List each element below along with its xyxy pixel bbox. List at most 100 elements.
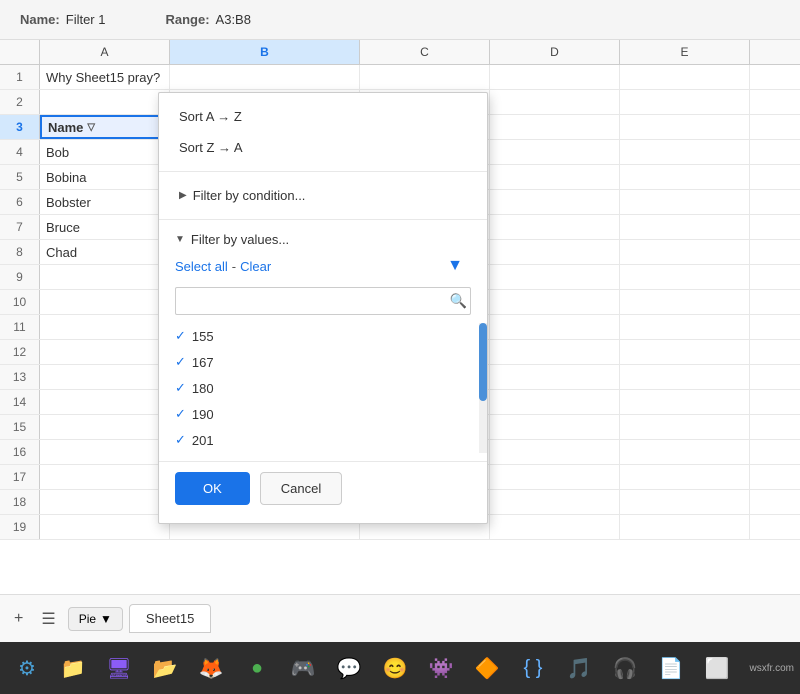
select-all-link[interactable]: Select all [175, 259, 228, 274]
cell-a[interactable] [40, 90, 170, 114]
cell-e[interactable] [620, 265, 750, 289]
cell-d[interactable] [490, 190, 620, 214]
value-item[interactable]: ✓ 190 [175, 401, 471, 427]
cell-d[interactable] [490, 165, 620, 189]
cancel-button[interactable]: Cancel [260, 472, 342, 505]
docs-icon[interactable]: 📄 [650, 647, 692, 689]
cell-f[interactable] [750, 115, 800, 139]
cell-f[interactable] [750, 465, 800, 489]
cell-a[interactable] [40, 340, 170, 364]
cell-a[interactable] [40, 440, 170, 464]
cell-a[interactable] [40, 315, 170, 339]
cell-e[interactable] [620, 115, 750, 139]
cell-a[interactable] [40, 490, 170, 514]
cell-d[interactable] [490, 415, 620, 439]
cell-e[interactable] [620, 515, 750, 539]
files-icon[interactable]: 📁 [52, 647, 94, 689]
cell-e[interactable] [620, 440, 750, 464]
cell-f[interactable] [750, 515, 800, 539]
cell-e[interactable] [620, 140, 750, 164]
cell-e[interactable] [620, 90, 750, 114]
cell-e[interactable] [620, 465, 750, 489]
cell-a[interactable] [40, 290, 170, 314]
cell-f[interactable] [750, 440, 800, 464]
cell-e[interactable] [620, 415, 750, 439]
cell-e[interactable] [620, 340, 750, 364]
cell-d[interactable] [490, 340, 620, 364]
cell-a[interactable]: Why Sheet15 pray? [40, 65, 170, 89]
cell-e[interactable] [620, 215, 750, 239]
sort-az-item[interactable]: Sort A → Z [159, 101, 487, 132]
cell-c[interactable] [360, 65, 490, 89]
sort-za-item[interactable]: Sort Z → A [159, 132, 487, 163]
cell-a[interactable] [40, 365, 170, 389]
xfce-icon[interactable]: 🖥 [98, 647, 140, 689]
code-icon[interactable]: { } [512, 647, 554, 689]
game-icon[interactable]: 👾 [420, 647, 462, 689]
cell-d[interactable] [490, 315, 620, 339]
cell-d[interactable] [490, 440, 620, 464]
cell-d[interactable] [490, 240, 620, 264]
cell-a[interactable]: Bobster [40, 190, 170, 214]
cell-e[interactable] [620, 190, 750, 214]
steam-icon[interactable]: 🎮 [282, 647, 324, 689]
cell-e[interactable] [620, 240, 750, 264]
cell-f[interactable] [750, 390, 800, 414]
folder-icon[interactable]: 📂 [144, 647, 186, 689]
cell-f[interactable] [750, 365, 800, 389]
filter-icon-a[interactable]: ▽ [87, 122, 95, 133]
search-input[interactable] [175, 287, 471, 315]
cell-f[interactable] [750, 165, 800, 189]
cell-d[interactable] [490, 215, 620, 239]
cell-d[interactable] [490, 365, 620, 389]
sheet-menu-button[interactable]: ☰ [35, 605, 61, 633]
cell-f[interactable] [750, 190, 800, 214]
cell-f[interactable] [750, 290, 800, 314]
cell-d[interactable] [490, 90, 620, 114]
settings-icon[interactable]: ⚙ [6, 647, 48, 689]
vlc-icon[interactable]: 🔶 [466, 647, 508, 689]
music-icon[interactable]: 🎵 [558, 647, 600, 689]
cell-e[interactable] [620, 65, 750, 89]
cell-d[interactable] [490, 390, 620, 414]
value-item[interactable]: ✓ 167 [175, 349, 471, 375]
value-item[interactable]: ✓ 201 [175, 427, 471, 453]
cell-a[interactable] [40, 515, 170, 539]
cell-d[interactable] [490, 140, 620, 164]
sheet-tab-sheet15[interactable]: Sheet15 [129, 604, 211, 633]
pie-button[interactable]: Pie ▼ [68, 607, 123, 631]
scrollbar-thumb[interactable] [479, 323, 487, 401]
cell-f[interactable] [750, 415, 800, 439]
face-icon[interactable]: 😊 [374, 647, 416, 689]
cell-e[interactable] [620, 390, 750, 414]
apps-icon[interactable]: ⬜ [696, 647, 738, 689]
add-sheet-button[interactable]: + [8, 606, 29, 632]
cell-d[interactable] [490, 65, 620, 89]
cell-f[interactable] [750, 65, 800, 89]
cell-e[interactable] [620, 490, 750, 514]
cell-f[interactable] [750, 265, 800, 289]
cell-a[interactable]: Bruce [40, 215, 170, 239]
cell-f[interactable] [750, 315, 800, 339]
search-icon[interactable]: 🔍 [450, 293, 467, 310]
cell-d[interactable] [490, 265, 620, 289]
cell-a[interactable] [40, 390, 170, 414]
headset-icon[interactable]: 🎧 [604, 647, 646, 689]
cell-f[interactable] [750, 490, 800, 514]
cell-a[interactable]: Chad [40, 240, 170, 264]
cell-f[interactable] [750, 340, 800, 364]
cell-a[interactable] [40, 415, 170, 439]
cell-a[interactable]: Name▽ [40, 115, 170, 139]
value-item[interactable]: ✓ 180 [175, 375, 471, 401]
cell-a[interactable]: Bobina [40, 165, 170, 189]
cell-e[interactable] [620, 315, 750, 339]
clear-link[interactable]: Clear [240, 259, 271, 274]
cell-a[interactable] [40, 465, 170, 489]
cell-d[interactable] [490, 465, 620, 489]
value-item[interactable]: ✓ 155 [175, 323, 471, 349]
cell-d[interactable] [490, 490, 620, 514]
cell-d[interactable] [490, 515, 620, 539]
cell-f[interactable] [750, 215, 800, 239]
firefox-icon[interactable]: 🦊 [190, 647, 232, 689]
cell-f[interactable] [750, 90, 800, 114]
